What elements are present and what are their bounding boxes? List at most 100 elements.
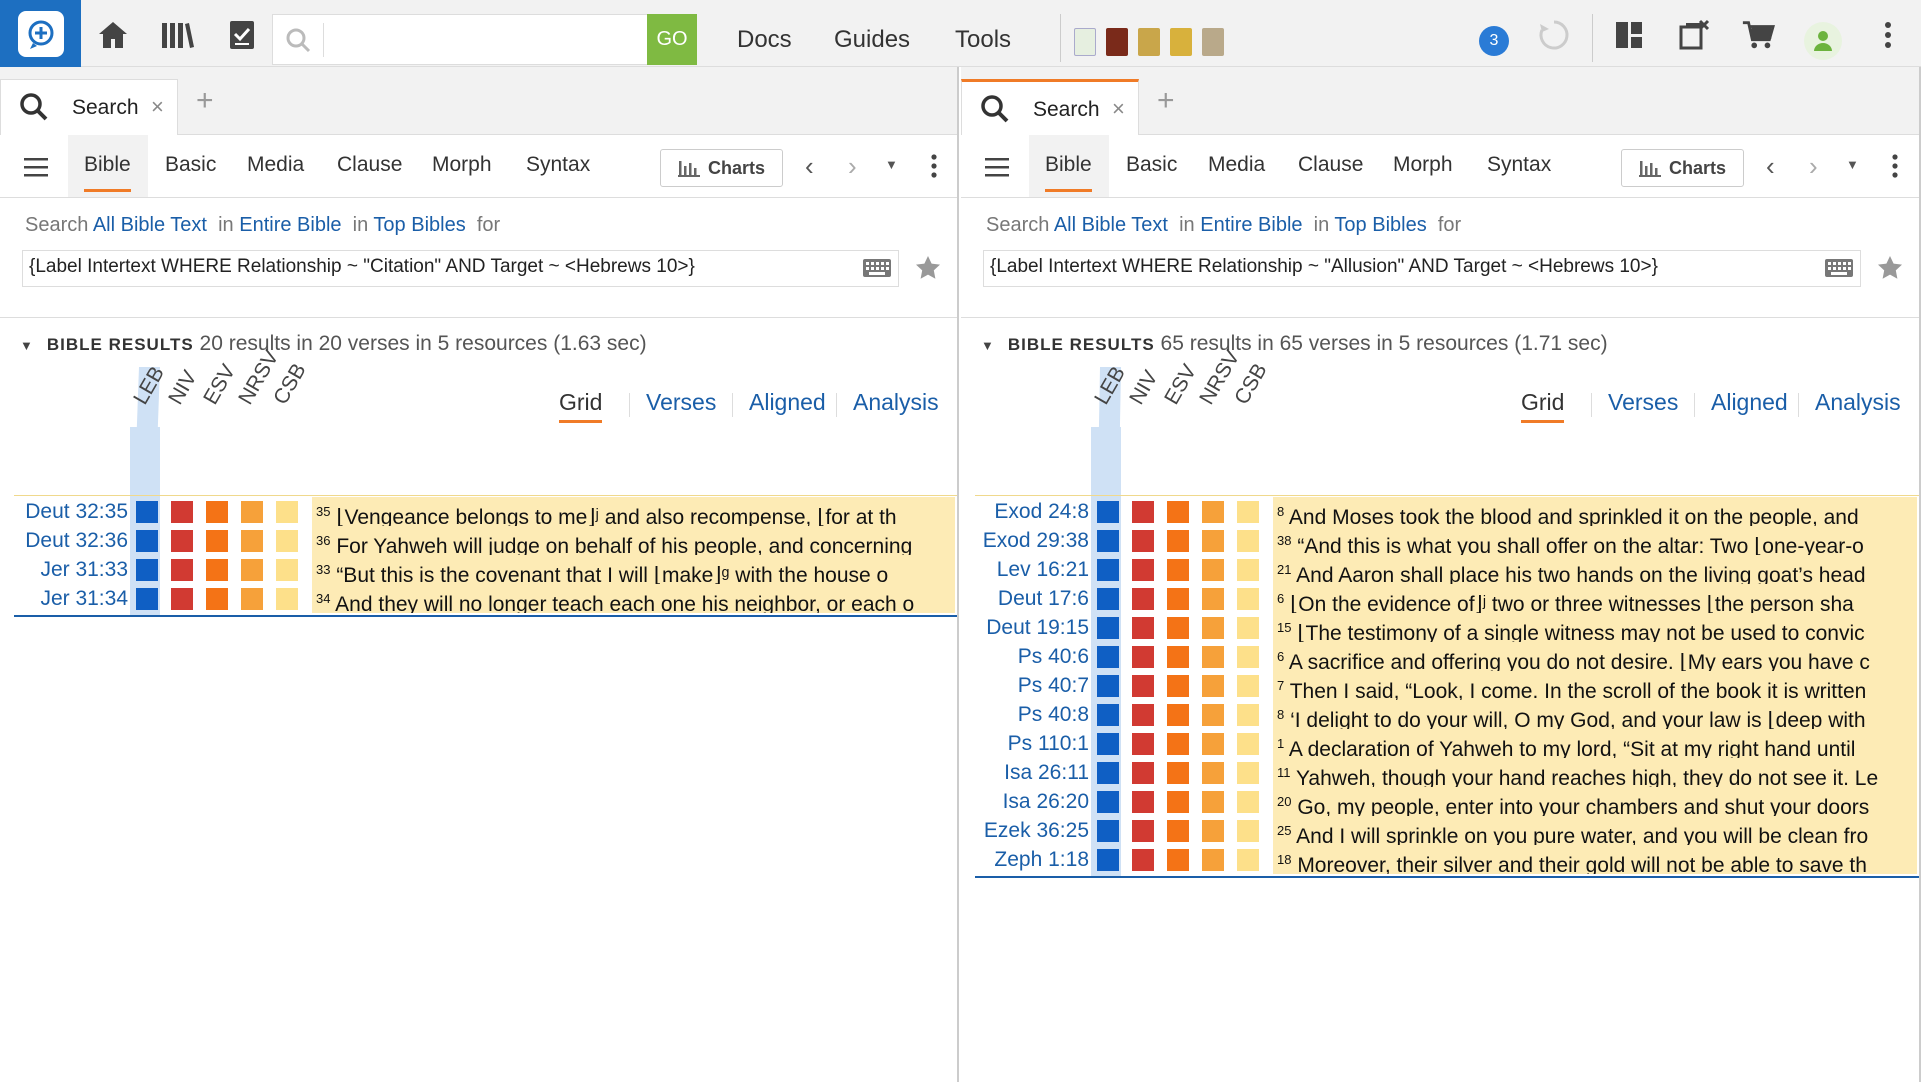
verse-text-row[interactable]: 33 “But this is the covenant that I will…: [312, 555, 955, 584]
tab-basic[interactable]: Basic: [165, 153, 216, 177]
hit-cell-niv[interactable]: [1132, 559, 1154, 581]
hit-cell-niv[interactable]: [1132, 820, 1154, 842]
cart-icon[interactable]: [1741, 18, 1775, 52]
notifications-badge[interactable]: 3: [1479, 26, 1509, 56]
hit-cell-leb[interactable]: [1097, 675, 1119, 697]
scope-range-selector[interactable]: Entire Bible: [239, 214, 341, 236]
verse-text-row[interactable]: 21 And Aaron shall place his two hands o…: [1273, 555, 1917, 584]
verse-text-row[interactable]: 38 “And this is what you shall offer on …: [1273, 526, 1917, 555]
hit-cell-nrsv[interactable]: [241, 588, 263, 610]
back-arrow-icon[interactable]: ‹: [1766, 151, 1775, 182]
tab-clause[interactable]: Clause: [1298, 153, 1363, 177]
hit-cell-leb[interactable]: [1097, 501, 1119, 523]
view-grid[interactable]: Grid: [1521, 389, 1565, 423]
hit-cell-niv[interactable]: [1132, 733, 1154, 755]
history-dropdown-icon[interactable]: ▼: [1846, 157, 1859, 172]
hit-cell-esv[interactable]: [1167, 762, 1189, 784]
verse-reference-link[interactable]: Deut 19:15: [961, 616, 1089, 640]
hit-cell-leb[interactable]: [1097, 791, 1119, 813]
hit-cell-csb[interactable]: [1237, 733, 1259, 755]
hit-cell-nrsv[interactable]: [1202, 849, 1224, 871]
verse-reference-link[interactable]: Jer 31:33: [0, 558, 128, 582]
hit-cell-nrsv[interactable]: [1202, 791, 1224, 813]
hit-cell-niv[interactable]: [171, 559, 193, 581]
hit-cell-csb[interactable]: [1237, 559, 1259, 581]
hit-cell-leb[interactable]: [1097, 588, 1119, 610]
hit-cell-nrsv[interactable]: [1202, 559, 1224, 581]
charts-button[interactable]: Charts: [1621, 149, 1744, 187]
hit-cell-csb[interactable]: [276, 501, 298, 523]
hit-cell-nrsv[interactable]: [1202, 675, 1224, 697]
verse-reference-link[interactable]: Ps 110:1: [961, 732, 1089, 756]
view-aligned[interactable]: Aligned: [749, 389, 826, 416]
scope-text-selector[interactable]: All Bible Text: [1054, 214, 1168, 236]
view-analysis[interactable]: Analysis: [1815, 389, 1901, 416]
tab-clause[interactable]: Clause: [337, 153, 402, 177]
hit-cell-csb[interactable]: [1237, 762, 1259, 784]
user-avatar[interactable]: [1804, 22, 1842, 60]
hit-cell-csb[interactable]: [276, 559, 298, 581]
view-aligned[interactable]: Aligned: [1711, 389, 1788, 416]
history-dropdown-icon[interactable]: ▼: [885, 157, 898, 172]
collapse-toggle-icon[interactable]: ▼: [20, 338, 33, 353]
hit-cell-leb[interactable]: [136, 559, 158, 581]
hit-cell-niv[interactable]: [1132, 849, 1154, 871]
add-tab-icon[interactable]: +: [196, 86, 214, 116]
hit-cell-csb[interactable]: [1237, 530, 1259, 552]
hit-cell-niv[interactable]: [1132, 501, 1154, 523]
back-arrow-icon[interactable]: ‹: [805, 151, 814, 182]
hit-cell-leb[interactable]: [1097, 733, 1119, 755]
hit-cell-esv[interactable]: [1167, 588, 1189, 610]
view-analysis[interactable]: Analysis: [853, 389, 939, 416]
hit-cell-csb[interactable]: [1237, 704, 1259, 726]
scope-range-selector[interactable]: Entire Bible: [1200, 214, 1302, 236]
column-header-niv[interactable]: NIV: [164, 367, 202, 409]
view-verses[interactable]: Verses: [1608, 389, 1678, 416]
hit-cell-esv[interactable]: [206, 530, 228, 552]
hit-cell-leb[interactable]: [136, 588, 158, 610]
tab-syntax[interactable]: Syntax: [526, 153, 590, 177]
hit-cell-csb[interactable]: [1237, 501, 1259, 523]
hit-cell-nrsv[interactable]: [1202, 704, 1224, 726]
hit-cell-niv[interactable]: [1132, 646, 1154, 668]
verse-text-row[interactable]: 18 Moreover, their silver and their gold…: [1273, 845, 1917, 874]
column-header-leb[interactable]: LEB: [1090, 363, 1131, 409]
library-icon[interactable]: [160, 18, 194, 52]
hit-cell-leb[interactable]: [1097, 559, 1119, 581]
hit-cell-niv[interactable]: [1132, 617, 1154, 639]
hit-cell-niv[interactable]: [1132, 588, 1154, 610]
verse-reference-link[interactable]: Zeph 1:18: [961, 848, 1089, 872]
hit-cell-esv[interactable]: [1167, 849, 1189, 871]
verse-text-row[interactable]: 36 For Yahweh will judge on behalf of hi…: [312, 526, 955, 555]
verse-text-row[interactable]: 8 And Moses took the blood and sprinkled…: [1273, 497, 1917, 526]
star-favorite-icon[interactable]: [915, 255, 941, 281]
verse-reference-link[interactable]: Deut 17:6: [961, 587, 1089, 611]
tab-syntax[interactable]: Syntax: [1487, 153, 1551, 177]
tab-search[interactable]: Search ×: [0, 79, 178, 135]
hamburger-menu-icon[interactable]: [985, 157, 1009, 177]
tab-morph[interactable]: Morph: [1393, 153, 1453, 177]
hit-cell-csb[interactable]: [1237, 646, 1259, 668]
hit-cell-niv[interactable]: [171, 530, 193, 552]
verse-reference-link[interactable]: Deut 32:36: [0, 529, 128, 553]
tab-basic[interactable]: Basic: [1126, 153, 1177, 177]
column-header-leb[interactable]: LEB: [129, 363, 170, 409]
tab-bible[interactable]: Bible: [1045, 153, 1092, 192]
hit-cell-csb[interactable]: [276, 588, 298, 610]
scope-text-selector[interactable]: All Bible Text: [93, 214, 207, 236]
verse-reference-link[interactable]: Exod 29:38: [961, 529, 1089, 553]
collapse-toggle-icon[interactable]: ▼: [981, 338, 994, 353]
verse-text-row[interactable]: 35 ⌊Vengeance belongs to me⌋ʲ and also r…: [312, 497, 955, 526]
resource-thumb[interactable]: [1074, 28, 1096, 56]
tab-bible[interactable]: Bible: [84, 153, 131, 192]
resource-thumb[interactable]: [1170, 28, 1192, 56]
hit-cell-csb[interactable]: [1237, 675, 1259, 697]
column-header-esv[interactable]: ESV: [199, 361, 241, 409]
verse-text-row[interactable]: 6 A sacrifice and offering you do not de…: [1273, 642, 1917, 671]
hit-cell-nrsv[interactable]: [1202, 762, 1224, 784]
hit-cell-esv[interactable]: [1167, 617, 1189, 639]
hit-cell-niv[interactable]: [171, 588, 193, 610]
star-favorite-icon[interactable]: [1877, 255, 1903, 281]
hit-cell-nrsv[interactable]: [241, 501, 263, 523]
keyboard-icon[interactable]: [1824, 257, 1854, 279]
